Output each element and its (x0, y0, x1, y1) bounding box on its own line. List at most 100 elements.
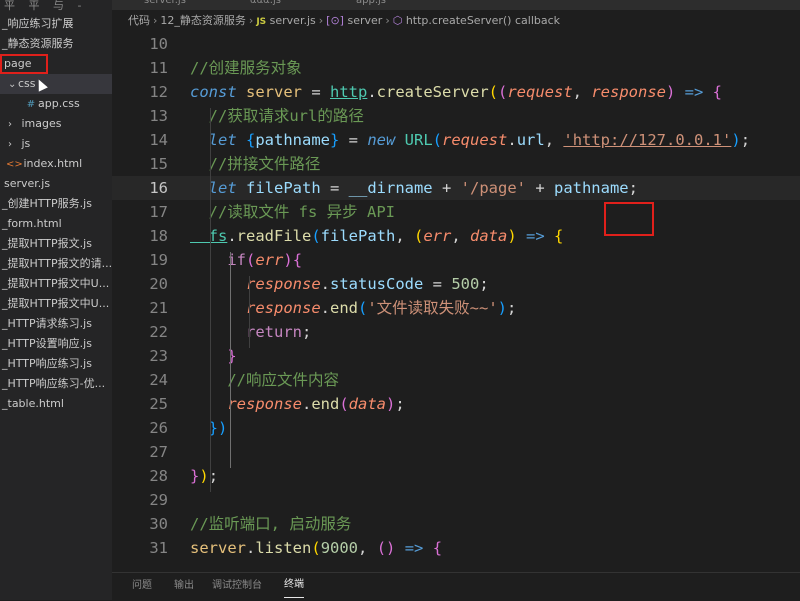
tree-file[interactable]: _form.html (0, 214, 112, 234)
code-token: ) (731, 131, 741, 149)
tree-folder-page[interactable]: page (0, 54, 48, 74)
tree-folder-images[interactable]: › images (0, 114, 112, 134)
tab-debug-console[interactable]: 调试控制台 (212, 573, 262, 599)
code-token: data (470, 227, 508, 245)
tree-item-label: _响应练习扩展 (2, 17, 74, 30)
line-number: 18 (149, 227, 168, 245)
code-token: new (367, 131, 405, 149)
code-line[interactable]: 16 let filePath = __dirname + '/page' + … (112, 176, 800, 200)
tree-file[interactable]: _table.html (0, 394, 112, 414)
tree-file[interactable]: _HTTP响应练习.js (0, 354, 112, 374)
tree-folder-response-practice[interactable]: _响应练习扩展 (0, 14, 112, 34)
tab-file[interactable]: ααα.js (242, 0, 289, 9)
code-line[interactable]: 26 }) (112, 416, 800, 440)
code-token: //读取文件 fs 异步 API (190, 203, 395, 221)
annotation-highlight-box (604, 202, 654, 236)
code-token: ( (432, 131, 443, 149)
tree-item-label: _HTTP响应练习.js (2, 357, 92, 370)
code-line[interactable]: 22 return; (112, 320, 800, 344)
code-token: + (525, 179, 554, 197)
code-line[interactable]: 11 //创建服务对象 (112, 56, 800, 80)
tree-file[interactable]: _提取HTTP报文中U... (0, 294, 112, 314)
tree-file[interactable]: _HTTP设置响应.js (0, 334, 112, 354)
code-token: ( (246, 251, 256, 269)
line-number: 14 (149, 131, 168, 149)
tab-app-js[interactable]: app.js (348, 0, 394, 9)
code-text: let filePath = __dirname + '/page' + pat… (190, 176, 638, 200)
code-line[interactable]: 10 (112, 32, 800, 56)
line-number: 22 (149, 323, 168, 341)
tree-folder-js[interactable]: › js (0, 134, 112, 154)
code-line[interactable]: 31 server.listen(9000, () => { (112, 536, 800, 560)
tree-item-label: _静态资源服务 (2, 37, 74, 50)
code-token: request (507, 83, 573, 101)
code-line[interactable]: 14 let {pathname} = new URL(request.url,… (112, 128, 800, 152)
line-number: 27 (149, 443, 168, 461)
code-line[interactable]: 17 //读取文件 fs 异步 API (112, 200, 800, 224)
code-token: statusCode (330, 275, 424, 293)
code-text: //监听端口, 启动服务 (190, 512, 351, 536)
line-number: 23 (149, 347, 168, 365)
code-token: if (190, 251, 246, 269)
code-line[interactable]: 20 response.statusCode = 500; (112, 272, 800, 296)
code-line[interactable]: 18 fs.readFile(filePath, (err, data) => … (112, 224, 800, 248)
tab-server-js[interactable]: server.js (136, 0, 194, 9)
tab-problems[interactable]: 问题 (132, 573, 152, 599)
tree-item-label: _创建HTTP服务.js (2, 197, 92, 210)
tree-file[interactable]: _提取HTTP报文中U... (0, 274, 112, 294)
tree-file[interactable]: _提取HTTP报文.js (0, 234, 112, 254)
tree-file[interactable]: _提取HTTP报文的请... (0, 254, 112, 274)
code-text: server.listen(9000, () => { (190, 536, 442, 560)
code-line[interactable]: 12 const server = http.createServer((requ… (112, 80, 800, 104)
tree-item-label: page (4, 57, 32, 70)
tree-file[interactable]: _HTTP响应练习-优... (0, 374, 112, 394)
code-token: = (339, 131, 368, 149)
code-token: readFile (236, 227, 312, 245)
tree-folder-static-service[interactable]: _静态资源服务 (0, 34, 112, 54)
code-line[interactable]: 27 (112, 440, 800, 464)
code-token: end (330, 299, 358, 317)
code-token: , (451, 227, 471, 245)
code-token: }) (190, 419, 228, 437)
tree-file-server-js[interactable]: server.js (0, 174, 112, 194)
code-line[interactable]: 24 //响应文件内容 (112, 368, 800, 392)
code-token: = (423, 275, 452, 293)
code-token: //获取请求url的路径 (190, 107, 364, 125)
code-token: . (227, 227, 237, 245)
breadcrumb-item[interactable]: 12_静态资源服务 (160, 14, 246, 27)
code-token: url (516, 131, 545, 149)
code-token: , (358, 539, 377, 557)
tab-output[interactable]: 输出 (174, 573, 194, 599)
tab-terminal[interactable]: 终端 (284, 573, 304, 598)
tree-file[interactable]: _创建HTTP服务.js (0, 194, 112, 214)
breadcrumb-item[interactable]: server (347, 14, 382, 27)
code-token: 9000 (320, 539, 359, 557)
breadcrumb-item[interactable]: 代码 (128, 14, 150, 27)
line-number: 29 (149, 491, 168, 509)
code-line[interactable]: 15 //拼接文件路径 (112, 152, 800, 176)
variable-symbol-icon: [⊙] (326, 14, 344, 27)
tree-file[interactable]: _HTTP请求练习.js (0, 314, 112, 334)
code-text: }); (190, 464, 218, 488)
indent-guide (249, 276, 250, 348)
code-line[interactable]: 13 //获取请求url的路径 (112, 104, 800, 128)
code-line[interactable]: 25 response.end(data); (112, 392, 800, 416)
breadcrumb-item[interactable]: server.js (270, 14, 316, 27)
code-line[interactable]: 30 //监听端口, 启动服务 (112, 512, 800, 536)
code-token: => (516, 227, 555, 245)
code-line[interactable]: 29 (112, 488, 800, 512)
chevron-right-icon: › (8, 119, 12, 130)
tree-file-index-html[interactable]: <> index.html (0, 154, 112, 174)
code-token: ( (358, 299, 368, 317)
code-token: listen (255, 539, 312, 557)
code-line[interactable]: 28}); (112, 464, 800, 488)
tree-item-label: _提取HTTP报文的请... (2, 257, 112, 270)
code-line[interactable]: 19 if(err){ (112, 248, 800, 272)
code-editor[interactable]: 10 11//创建服务对象 12 const server = http.create… (112, 32, 800, 572)
tree-folder-css[interactable]: ⌄ css (0, 74, 112, 94)
code-line[interactable]: 23 } (112, 344, 800, 368)
tree-file-app-css[interactable]: # app.css (0, 94, 112, 114)
breadcrumb-item[interactable]: http.createServer() callback (406, 14, 560, 27)
code-text: //读取文件 fs 异步 API (190, 200, 395, 224)
code-line[interactable]: 21 response.end('文件读取失败~~'); (112, 296, 800, 320)
